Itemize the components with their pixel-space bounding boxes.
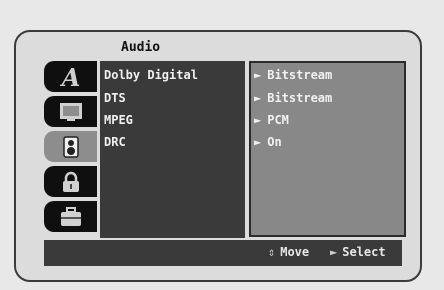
setting-label-drc[interactable]: DRC [104, 135, 126, 149]
right-arrow-icon: ► [254, 135, 262, 149]
setting-value-dts[interactable]: ► Bitstream [254, 91, 332, 105]
setting-value-dolby-digital[interactable]: ► Bitstream [254, 68, 332, 82]
setting-label-dts[interactable]: DTS [104, 91, 126, 105]
right-arrow-icon: ► [330, 245, 338, 259]
hint-select: ► Select [330, 245, 386, 259]
right-arrow-icon: ► [254, 68, 262, 82]
tv-screen: Audio A Dolby Digital DTS MPEG DRC ► Bit… [0, 0, 444, 290]
language-a-icon: A [59, 65, 80, 89]
setting-label-mpeg[interactable]: MPEG [104, 113, 133, 127]
hint-move: ⇕ Move [268, 245, 310, 259]
menu-title: Audio [121, 40, 161, 55]
up-down-arrow-icon: ⇕ [268, 245, 276, 259]
speaker-icon [62, 135, 79, 158]
right-arrow-icon: ► [254, 91, 262, 105]
tv-display-icon [59, 102, 82, 121]
tab-display[interactable] [44, 96, 97, 127]
tab-audio[interactable] [44, 131, 97, 162]
options-panel [249, 61, 406, 237]
setting-label-dolby-digital[interactable]: Dolby Digital [104, 68, 198, 82]
svg-text:A: A [59, 65, 80, 89]
setting-value-mpeg[interactable]: ► PCM [254, 113, 289, 127]
setting-value-drc[interactable]: ► On [254, 135, 282, 149]
tab-language[interactable]: A [44, 61, 97, 92]
tab-others[interactable] [44, 201, 97, 232]
settings-list-panel [100, 61, 245, 238]
tab-lock[interactable] [44, 166, 97, 197]
menu-tabs: A [44, 61, 100, 236]
briefcase-icon [60, 206, 81, 226]
lock-icon [62, 171, 79, 192]
right-arrow-icon: ► [254, 113, 262, 127]
